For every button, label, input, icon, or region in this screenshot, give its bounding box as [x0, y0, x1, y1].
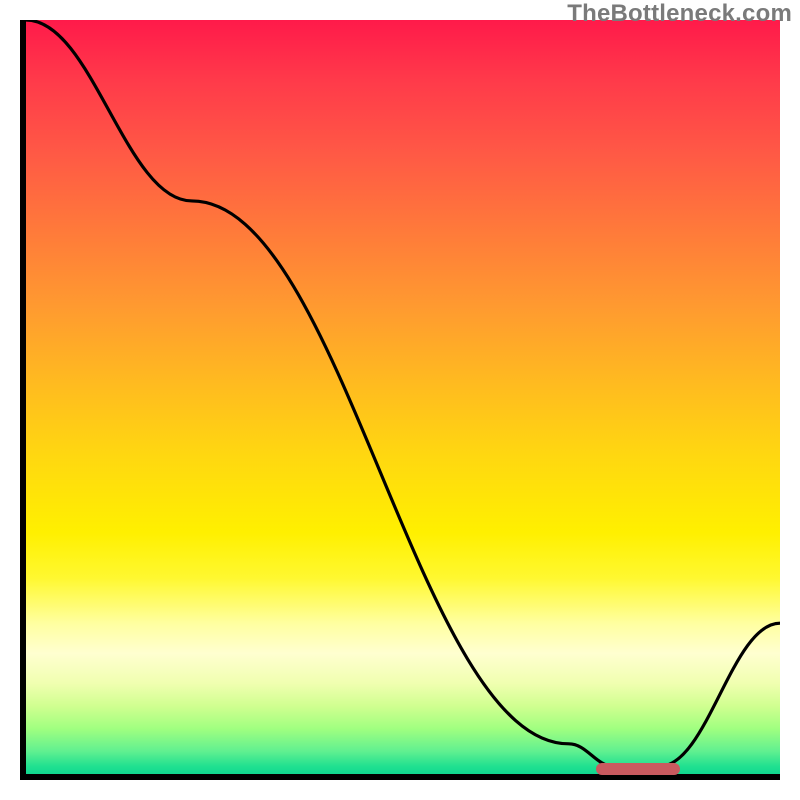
gradient-background	[26, 20, 780, 774]
optimal-range-marker	[596, 763, 680, 775]
plot-area	[20, 20, 780, 780]
watermark-text: TheBottleneck.com	[567, 0, 792, 28]
chart-container: TheBottleneck.com	[0, 0, 800, 800]
